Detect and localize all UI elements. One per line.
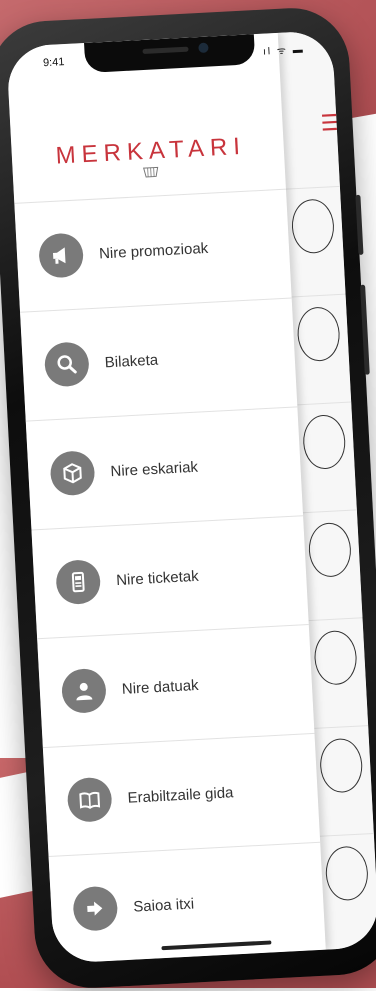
menu-item-label: Bilaketa: [104, 351, 159, 371]
side-drawer: MERKATARI Nire promozioak Bilaketa Nire …: [6, 32, 326, 964]
package-icon: [49, 450, 96, 497]
menu-list: Nire promozioak Bilaketa Nire eskariak N…: [14, 188, 326, 964]
menu-item-user-guide[interactable]: Erabiltzaile gida: [42, 733, 321, 857]
menu-item-label: Nire datuak: [121, 676, 199, 698]
divider: [285, 185, 340, 190]
list-item-avatar: [313, 629, 358, 686]
menu-item-orders[interactable]: Nire eskariak: [25, 407, 304, 531]
hamburger-icon[interactable]: ☰: [320, 110, 343, 136]
divider: [308, 617, 363, 622]
side-button: [360, 284, 370, 375]
divider: [319, 832, 374, 837]
logout-icon: [72, 885, 119, 932]
list-item-avatar: [296, 306, 341, 363]
menu-item-label: Nire eskariak: [110, 458, 199, 480]
divider: [302, 509, 357, 514]
status-time: 9:41: [42, 56, 65, 70]
phone-frame: 9:41 ıl ᯤ ▬ ☰ MERKATARI Nire promozioak …: [0, 5, 376, 991]
status-icons: ıl ᯤ ▬: [262, 44, 305, 58]
user-icon: [60, 667, 108, 715]
divider: [291, 293, 346, 298]
divider: [314, 725, 369, 729]
menu-item-label: Nire ticketak: [115, 567, 200, 589]
menu-item-label: Saioa itxi: [132, 894, 195, 916]
camera: [198, 42, 209, 54]
list-item-avatar: [307, 521, 353, 578]
menu-item-label: Erabiltzaile gida: [127, 783, 234, 807]
speaker: [142, 46, 189, 54]
receipt-printer-icon: [55, 558, 102, 606]
menu-item-promotions[interactable]: Nire promozioak: [14, 188, 292, 313]
logo: MERKATARI: [45, 132, 256, 178]
menu-item-profile[interactable]: Nire datuak: [37, 625, 315, 749]
basket-icon: [143, 166, 159, 178]
phone-screen: 9:41 ıl ᯤ ▬ ☰ MERKATARI Nire promozioak …: [6, 30, 376, 964]
list-item-avatar: [290, 198, 336, 255]
list-item-avatar: [324, 845, 370, 902]
megaphone-icon: [38, 232, 85, 279]
search-icon: [43, 341, 90, 388]
list-item-avatar: [301, 413, 347, 471]
divider: [297, 401, 352, 406]
menu-item-tickets[interactable]: Nire ticketak: [31, 516, 309, 640]
book-icon: [66, 776, 113, 823]
menu-item-label: Nire promozioak: [98, 239, 209, 263]
list-item-avatar: [318, 737, 364, 794]
menu-item-search[interactable]: Bilaketa: [20, 298, 298, 422]
